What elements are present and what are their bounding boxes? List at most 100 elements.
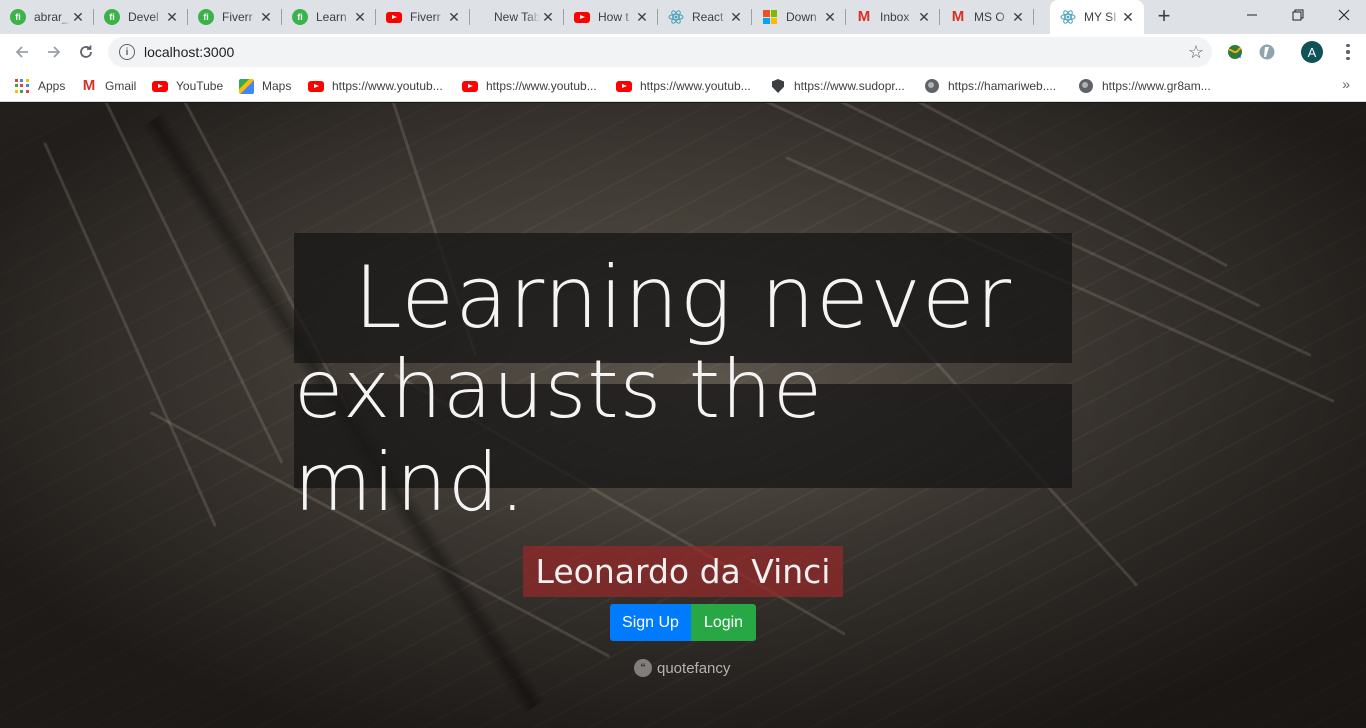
fiverr-icon: fi <box>104 9 120 25</box>
quote-icon: “ <box>634 659 652 677</box>
bookmark-label: https://www.youtub... <box>640 79 751 93</box>
bookmark-label: YouTube <box>176 79 224 93</box>
signup-button[interactable]: Sign Up <box>610 604 691 641</box>
tab-title: Devel <box>128 10 159 24</box>
bookmark-label: Maps <box>262 79 292 93</box>
tab-title: Inbox <box>880 10 910 24</box>
close-icon[interactable]: ✕ <box>1010 9 1026 25</box>
close-icon <box>1338 9 1350 21</box>
browser-toolbar: i localhost:3000 ☆ A <box>0 34 1366 70</box>
arrow-left-icon <box>15 46 28 58</box>
close-window-button[interactable] <box>1321 0 1366 30</box>
fiverr-icon: fi <box>198 9 214 25</box>
bookmark-label: https://www.sudopr... <box>794 79 905 93</box>
tab-active[interactable]: MY SI ✕ <box>1050 0 1144 34</box>
youtube-icon <box>462 78 478 94</box>
bookmark-apps[interactable]: Apps <box>14 76 65 96</box>
tab-title: MY SI <box>1084 10 1117 24</box>
quotefancy-logo: “ quotefancy <box>634 659 730 677</box>
react-icon <box>1060 9 1076 25</box>
tab[interactable]: React ✕ <box>658 0 752 34</box>
bookmark-label: https://www.gr8am... <box>1102 79 1211 93</box>
arrow-right-icon <box>48 46 61 58</box>
address-bar[interactable]: i localhost:3000 ☆ <box>108 37 1212 67</box>
close-icon[interactable]: ✕ <box>728 9 744 25</box>
restore-button[interactable] <box>1275 0 1321 30</box>
fiverr-icon: fi <box>292 9 308 25</box>
bookmarks-overflow-icon[interactable]: » <box>1342 76 1350 92</box>
url-text[interactable]: localhost:3000 <box>144 44 234 60</box>
quote-author: Leonardo da Vinci <box>523 546 843 597</box>
bookmark-link[interactable]: https://www.youtub... <box>462 76 597 96</box>
tab[interactable]: M Inbox ✕ <box>846 0 940 34</box>
close-icon[interactable]: ✕ <box>634 9 650 25</box>
brand-text: quotefancy <box>657 659 731 677</box>
forward-button[interactable] <box>40 38 68 66</box>
close-icon[interactable]: ✕ <box>164 9 180 25</box>
tab-title: Down <box>786 10 817 24</box>
tab[interactable]: New Tab ✕ <box>470 0 564 34</box>
login-button[interactable]: Login <box>691 604 756 641</box>
react-icon <box>668 9 684 25</box>
extension-icon[interactable] <box>1225 42 1245 62</box>
reload-button[interactable] <box>72 38 100 66</box>
extension-icon[interactable] <box>1257 42 1277 62</box>
bookmark-link[interactable]: https://www.gr8am... <box>1078 76 1211 96</box>
microsoft-icon <box>762 9 778 25</box>
bookmark-maps[interactable]: Maps <box>238 76 291 96</box>
gmail-icon: M <box>951 8 965 25</box>
bookmark-link[interactable]: https://www.youtub... <box>308 76 443 96</box>
tab[interactable]: fi Devel ✕ <box>94 0 188 34</box>
tab-title: Learn <box>316 10 347 24</box>
tab-title: React <box>692 10 724 24</box>
close-icon[interactable]: ✕ <box>916 9 932 25</box>
bookmark-label: Gmail <box>105 79 137 93</box>
youtube-icon <box>152 78 168 94</box>
avatar[interactable]: A <box>1301 41 1323 63</box>
close-icon[interactable]: ✕ <box>446 9 462 25</box>
new-tab-button[interactable]: + <box>1152 5 1176 29</box>
menu-button[interactable] <box>1338 42 1358 62</box>
youtube-icon <box>386 9 402 25</box>
bookmark-gmail[interactable]: M Gmail <box>81 76 137 96</box>
tab-title: abrar_ <box>34 10 69 24</box>
hero-section: Learning never exhausts the mind. Leonar… <box>0 103 1366 728</box>
close-icon[interactable]: ✕ <box>540 9 556 25</box>
tab[interactable]: fi Fiverr ✕ <box>188 0 282 34</box>
tab[interactable]: How t ✕ <box>564 0 658 34</box>
bookmark-youtube[interactable]: YouTube <box>152 76 223 96</box>
close-icon[interactable]: ✕ <box>352 9 368 25</box>
tab[interactable]: Fiverr ✕ <box>376 0 470 34</box>
quote-line-2: exhausts the mind. <box>294 343 1072 529</box>
gmail-icon: M <box>857 8 871 25</box>
tab[interactable]: fi abrar_ ✕ <box>0 0 94 34</box>
youtube-icon <box>616 78 632 94</box>
reload-icon <box>80 45 92 58</box>
close-icon[interactable]: ✕ <box>70 9 86 25</box>
bookmark-link[interactable]: https://hamariweb.... <box>924 76 1056 96</box>
youtube-icon <box>308 78 324 94</box>
bookmark-label: https://hamariweb.... <box>948 79 1057 93</box>
minimize-icon <box>1247 14 1257 16</box>
tab-title: Fiverr <box>222 10 253 24</box>
info-icon[interactable]: i <box>119 44 135 60</box>
star-icon[interactable]: ☆ <box>1188 42 1204 62</box>
tab-title: MS O <box>974 10 1005 24</box>
bookmark-link[interactable]: https://www.youtub... <box>616 76 751 96</box>
bookmark-label: Apps <box>38 79 66 93</box>
globe-icon <box>1078 78 1094 94</box>
back-button[interactable] <box>8 38 36 66</box>
tab-title: New Tab <box>494 10 540 24</box>
tab-title: How t <box>598 10 629 24</box>
tab[interactable]: M MS O ✕ <box>940 0 1034 34</box>
tab[interactable]: fi Learn ✕ <box>282 0 376 34</box>
restore-icon <box>1292 9 1304 21</box>
bookmark-link[interactable]: https://www.sudopr... <box>770 76 905 96</box>
tab[interactable]: Down ✕ <box>752 0 846 34</box>
shield-icon <box>770 78 786 94</box>
youtube-icon <box>574 9 590 25</box>
close-icon[interactable]: ✕ <box>1120 9 1136 25</box>
close-icon[interactable]: ✕ <box>822 9 838 25</box>
minimize-button[interactable] <box>1229 0 1275 30</box>
close-icon[interactable]: ✕ <box>258 9 274 25</box>
